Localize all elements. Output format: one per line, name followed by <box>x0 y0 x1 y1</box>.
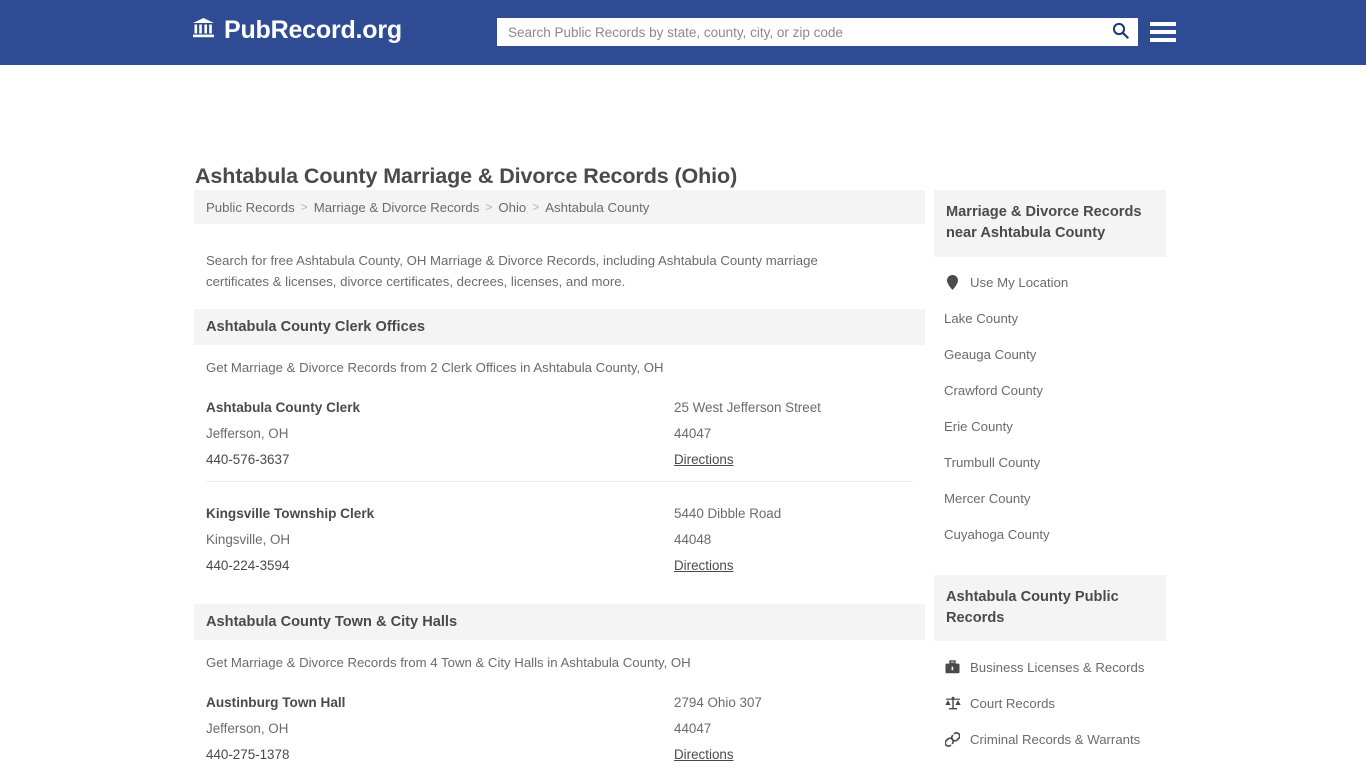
breadcrumb-item-ohio[interactable]: Ohio <box>498 200 526 215</box>
search-bar[interactable] <box>497 18 1138 46</box>
main-content: Public Records > Marriage & Divorce Reco… <box>194 190 925 768</box>
table-row[interactable]: Ashtabula County Clerk Jefferson, OH 440… <box>194 375 925 481</box>
sidebar-item-label: Trumbull County <box>944 455 1041 471</box>
brand-name: PubRecord.org <box>224 16 402 44</box>
table-row[interactable]: Austinburg Town Hall Jefferson, OH 440-2… <box>194 670 925 768</box>
sidebar-item-label: Lake County <box>944 311 1019 327</box>
table-row[interactable]: Kingsville Township Clerk Kingsville, OH… <box>194 481 925 587</box>
sidebar-item-label: Mercer County <box>944 491 1031 507</box>
directions-link[interactable]: Directions <box>674 742 734 768</box>
breadcrumb-separator: > <box>532 200 540 214</box>
listing-name[interactable]: Ashtabula County Clerk <box>206 395 674 421</box>
section-town-city-halls: Ashtabula County Town & City Halls Get M… <box>194 604 925 768</box>
listing-street: 5440 Dibble Road <box>674 506 782 522</box>
section-subtitle: Get Marriage & Divorce Records from 4 To… <box>206 655 691 671</box>
sidebar-item-cuyahoga-county[interactable]: Cuyahoga County <box>934 517 1166 553</box>
sidebar-public-records-list: Business Licenses & Records Court Record… <box>934 649 1166 768</box>
sidebar-item-business-licenses-records[interactable]: Business Licenses & Records <box>934 649 1166 685</box>
hamburger-menu-icon[interactable] <box>1150 18 1176 46</box>
section-clerk-offices: Ashtabula County Clerk Offices Get Marri… <box>194 309 925 587</box>
sidebar-item-label: Cuyahoga County <box>944 527 1050 543</box>
sidebar-item-mercer-county[interactable]: Mercer County <box>934 481 1166 517</box>
section-title: Ashtabula County Clerk Offices <box>194 309 925 346</box>
listing-zip: 44048 <box>674 532 712 548</box>
section-subtitle: Get Marriage & Divorce Records from 2 Cl… <box>206 360 664 376</box>
sidebar-item-crawford-county[interactable]: Crawford County <box>934 373 1166 409</box>
sidebar-item-label: Crawford County <box>944 383 1043 399</box>
listing-right-column: 2794 Ohio 307 44047 Directions <box>674 690 913 768</box>
menu-bar-3 <box>1150 38 1176 42</box>
sidebar-item-geauga-county[interactable]: Geauga County <box>934 337 1166 373</box>
listing-street: 2794 Ohio 307 <box>674 695 762 711</box>
listing-phone: 440-224-3594 <box>206 558 290 574</box>
sidebar-item-label: Erie County <box>944 419 1013 435</box>
sidebar-item-criminal-records-warrants[interactable]: Criminal Records & Warrants <box>934 721 1166 757</box>
bank-building-icon <box>192 17 215 44</box>
page-body: Ashtabula County Marriage & Divorce Reco… <box>0 65 1366 768</box>
search-button[interactable] <box>1103 19 1137 45</box>
listing-name[interactable]: Kingsville Township Clerk <box>206 501 674 527</box>
breadcrumb-separator: > <box>485 200 493 214</box>
menu-bar-1 <box>1150 22 1176 26</box>
directions-link[interactable]: Directions <box>674 447 734 473</box>
sidebar-public-records-title: Ashtabula County Public Records <box>934 574 1166 642</box>
listing-city-state: Kingsville, OH <box>206 532 291 548</box>
listing-zip: 44047 <box>674 426 712 442</box>
page-intro-text: Search for free Ashtabula County, OH Mar… <box>206 253 818 289</box>
directions-link[interactable]: Directions <box>674 553 734 579</box>
sidebar-public-records-block: Ashtabula County Public Records Business… <box>934 574 1166 768</box>
sidebar-item-court-records[interactable]: Court Records <box>934 685 1166 721</box>
breadcrumb: Public Records > Marriage & Divorce Reco… <box>194 190 925 224</box>
listing-left-column: Ashtabula County Clerk Jefferson, OH 440… <box>206 395 674 473</box>
section-title: Ashtabula County Town & City Halls <box>194 604 925 641</box>
breadcrumb-item-marriage-divorce-records[interactable]: Marriage & Divorce Records <box>314 200 480 215</box>
handcuffs-icon <box>944 732 961 747</box>
sidebar-item-trumbull-county[interactable]: Trumbull County <box>934 445 1166 481</box>
sidebar-item-label: Court Records <box>970 695 1056 711</box>
sidebar-item-label: Criminal Records & Warrants <box>970 731 1141 747</box>
search-icon <box>1112 22 1129 42</box>
listing-left-column: Austinburg Town Hall Jefferson, OH 440-2… <box>206 690 674 768</box>
search-input[interactable] <box>498 19 1103 45</box>
breadcrumb-item-ashtabula-county: Ashtabula County <box>545 199 650 215</box>
breadcrumb-item-public-records[interactable]: Public Records <box>206 200 295 215</box>
listing-name[interactable]: Austinburg Town Hall <box>206 690 674 716</box>
listing-left-column: Kingsville Township Clerk Kingsville, OH… <box>206 501 674 579</box>
listing-phone: 440-275-1378 <box>206 747 290 763</box>
briefcase-icon <box>944 660 961 674</box>
listing-phone: 440-576-3637 <box>206 452 290 468</box>
listing-right-column: 25 West Jefferson Street 44047 Direction… <box>674 395 913 473</box>
page-title: Ashtabula County Marriage & Divorce Reco… <box>195 164 738 189</box>
sidebar-item-label: Geauga County <box>944 347 1037 363</box>
sidebar-item-use-my-location[interactable]: Use My Location <box>934 265 1166 301</box>
listing-city-state: Jefferson, OH <box>206 426 289 442</box>
menu-bar-2 <box>1150 30 1176 34</box>
listing-zip: 44047 <box>674 721 712 737</box>
listing-city-state: Jefferson, OH <box>206 721 289 737</box>
sidebar-nearby-title: Marriage & Divorce Records near Ashtabul… <box>934 190 1166 257</box>
listing-street: 25 West Jefferson Street <box>674 400 821 416</box>
listing-right-column: 5440 Dibble Road 44048 Directions <box>674 501 913 579</box>
sidebar-nearby-list: Use My Location Lake County Geauga Count… <box>934 265 1166 553</box>
site-logo[interactable]: PubRecord.org <box>192 17 402 44</box>
sidebar-item-erie-county[interactable]: Erie County <box>934 409 1166 445</box>
sidebar-item-label: Use My Location <box>970 275 1069 291</box>
map-pin-icon <box>944 275 961 291</box>
breadcrumb-separator: > <box>300 200 308 214</box>
sidebar: Marriage & Divorce Records near Ashtabul… <box>934 190 1166 768</box>
sidebar-item-label: Business Licenses & Records <box>970 659 1145 675</box>
site-header: PubRecord.org <box>0 0 1366 65</box>
sidebar-item-inmate-jail-records[interactable]: Inmate & Jail Records <box>934 757 1166 768</box>
scales-of-justice-icon <box>944 696 961 710</box>
sidebar-item-lake-county[interactable]: Lake County <box>934 301 1166 337</box>
